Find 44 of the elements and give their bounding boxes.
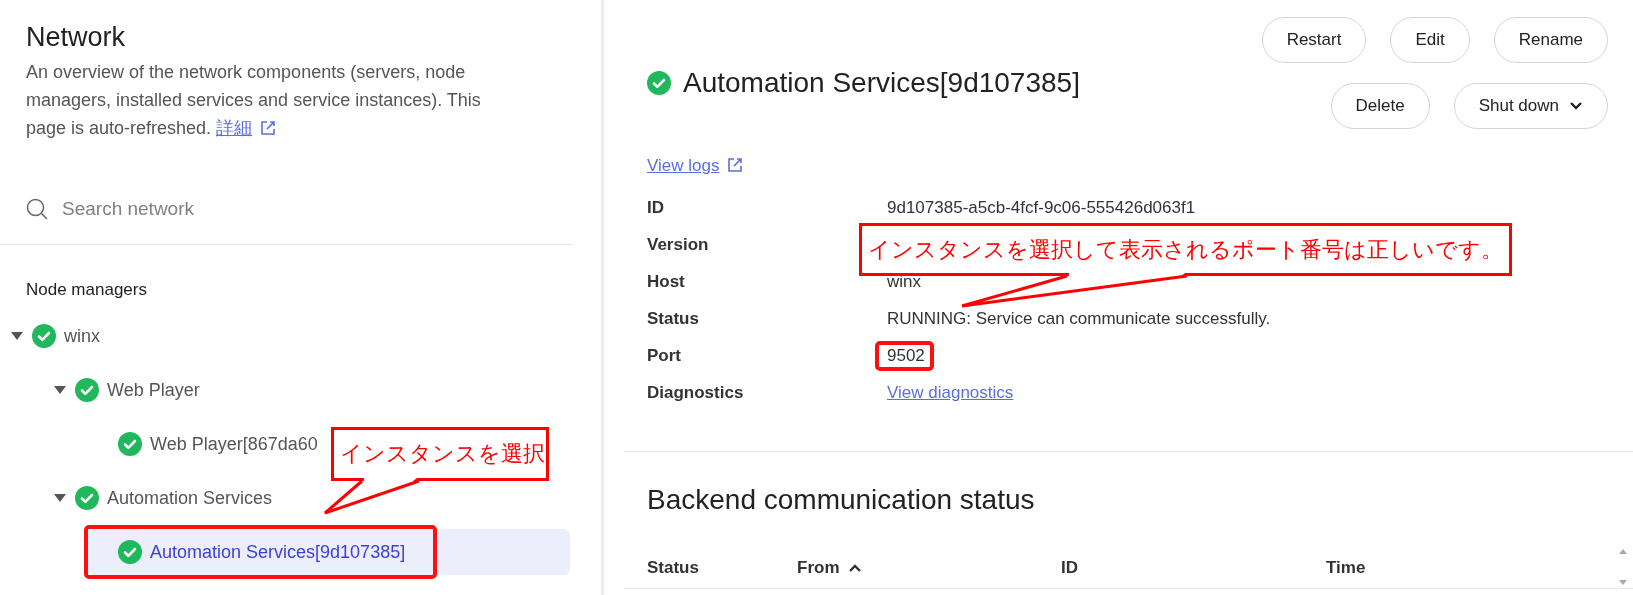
tree-item[interactable]: Web Player[867da60 [88,421,318,467]
field-label: Port [647,345,681,366]
status-check-icon [118,432,142,456]
external-link-icon[interactable] [260,120,277,136]
action-button[interactable]: Restart [1261,17,1367,63]
callout-note: インスタンスを選択 [331,427,549,481]
column-header[interactable]: Status [647,558,699,578]
status-check-icon [647,71,671,95]
instance-title: Automation Services[9d107385] [647,37,1080,129]
chevron-down-icon [1569,101,1583,111]
field-label: ID [647,197,664,218]
callout-note: インスタンスを選択して表示されるポート番号は正しいです。 [859,223,1512,276]
action-button[interactable]: Shut down [1453,83,1608,129]
section-heading: Backend communication status [647,483,1036,517]
page-title: Network [26,21,127,54]
column-header[interactable]: Time [1326,558,1366,578]
action-button[interactable]: Rename [1493,17,1608,63]
column-header[interactable]: ID [1061,558,1078,578]
field-label: Version [647,234,709,255]
field-label: Status [647,308,699,329]
tree-item[interactable]: Web Player [45,367,200,413]
external-link-icon[interactable] [727,157,744,173]
tree-item[interactable]: Automation Services [45,475,273,521]
details-link[interactable]: 詳細 [216,118,253,138]
field-value: 9502 [883,345,929,366]
action-button[interactable]: Delete [1330,83,1430,129]
field-value: 9d107385-a5cb-4fcf-9c06-555426d063f1 [886,197,1197,218]
action-button[interactable]: Edit [1390,17,1470,63]
status-check-icon [75,378,99,402]
field-label: Diagnostics [647,382,744,403]
field-value: RUNNING: Service can communicate successfully. [886,308,1272,329]
tree-item[interactable]: Automation Services[9d107385] [88,529,434,575]
view-logs-link[interactable]: View logs [647,156,720,175]
status-check-icon [118,540,142,564]
search-icon [26,198,48,220]
tree-item[interactable]: winx [2,313,100,359]
page-description: An overview of the network components (servers, node managers, installed services and service instances). This page is auto-refreshed. 詳細 [26,61,482,140]
field-label: Host [647,271,685,292]
status-check-icon [32,324,56,348]
search-field[interactable]: Search network [60,197,426,221]
section-title: Node managers [26,279,148,301]
column-header[interactable]: From [797,558,862,578]
status-check-icon [75,486,99,510]
diagnostics-link[interactable]: View diagnostics [887,382,1014,402]
